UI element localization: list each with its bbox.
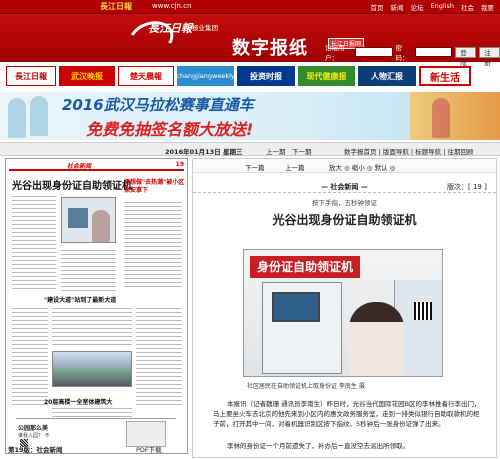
next-article-link[interactable]: 下一篇	[245, 162, 265, 172]
page-thumb-photo[interactable]	[61, 197, 116, 243]
nav-item-society[interactable]: 社会	[461, 2, 474, 12]
site-url: www.cjn.cn	[152, 2, 192, 10]
ad-subtitle: 谁我入园？ 不	[18, 433, 50, 439]
text-column	[12, 193, 56, 289]
paper-changjiang-daily[interactable]: 長江日報	[6, 66, 56, 86]
password-input[interactable]	[414, 47, 453, 57]
qr-code-icon	[414, 302, 432, 320]
text-column	[52, 405, 132, 417]
nav-item-news[interactable]: 新闻	[391, 2, 404, 12]
nav-item-forum[interactable]: 论坛	[411, 2, 424, 12]
paper-logo-row: 長江日報 武汉晚报 楚天晨報 changjiangweekly 投资时报 现代健…	[0, 66, 500, 90]
issue-date-bar: 2016年01月13日 星期三 上一期 下一期 数字报首页 | 版面导航 | 标…	[0, 142, 500, 156]
text-column	[12, 305, 48, 405]
nav-item-home[interactable]: 首页	[371, 2, 384, 12]
page-thumb-number: 19	[175, 161, 184, 168]
ad-title: 公园那么美	[18, 425, 49, 432]
text-column	[136, 305, 182, 405]
page-thumb-right-headline[interactable]: 再想做"去热潮"被小区保安拿下	[124, 179, 187, 195]
text-column	[52, 305, 132, 347]
register-button[interactable]: 注册	[479, 46, 500, 67]
banner-line-1: 2016武汉马拉松赛事直通车	[62, 96, 254, 114]
login-form: 论坛用户： 密码： 登陆 注册	[325, 42, 500, 67]
kiosk-screen	[272, 292, 320, 322]
article-title: 光谷出现身份证自助领证机	[272, 213, 417, 227]
page-thumb-mid-headline[interactable]: "建设大道"站到了最新大道	[44, 295, 116, 304]
kiosk-sign: 身份证自助领证机	[250, 256, 360, 278]
page-thumb-header: 社会新闻 19	[9, 161, 184, 171]
page-footer-label[interactable]: 第19版：社会新闻	[8, 444, 63, 454]
runner-photo-icon	[432, 98, 450, 138]
banner-line-2: 免费免抽签名额大放送!	[86, 120, 254, 139]
paper-new-life[interactable]: 新生活	[419, 66, 471, 86]
article-section-bar: — 社会新闻 — 版次：[ 19 ]	[193, 179, 496, 193]
font-size-controls[interactable]: 放大 ◎ 缩小 ◎ 默认 ◎	[329, 162, 395, 172]
article-pane: 下一篇 上一篇 放大 ◎ 缩小 ◎ 默认 ◎ — 社会新闻 — 版次：[ 19 …	[192, 158, 497, 458]
page-edition: 版次：[ 19 ]	[447, 183, 487, 191]
article-paragraph-2: 李林的身份证一个月前遗失了，补办后一直没空去派出所领取。	[227, 442, 409, 450]
issue-nav-links[interactable]: 数字报首页 | 版面导航 | 标题导航 | 往期回顾	[344, 146, 473, 156]
runner-silhouette-icon	[8, 98, 26, 138]
page-title: 数字报纸	[232, 38, 308, 59]
photo-caption: 社区居民在自助领证机上取身份证 李南生 摄	[247, 383, 365, 390]
section-name: — 社会新闻 —	[321, 183, 368, 191]
article-toolbar: 下一篇 上一篇 放大 ◎ 缩小 ◎ 默认 ◎	[193, 159, 496, 173]
page-thumb-road-photo[interactable]	[52, 351, 132, 387]
paper-chutian-morning[interactable]: 楚天晨報	[118, 66, 174, 86]
username-input[interactable]	[355, 47, 393, 57]
login-button[interactable]: 登陆	[455, 46, 477, 67]
prev-issue-link[interactable]: 上一期	[266, 146, 286, 156]
issue-date: 2016年01月13日 星期三	[165, 148, 243, 156]
kiosk-screen	[68, 208, 88, 228]
article-subtitle: 按下手指，五秒钟领证	[312, 199, 377, 207]
page-thumb-headline[interactable]: 光谷出现身份证自助领证机	[12, 177, 132, 192]
pass-label: 密码：	[395, 44, 409, 62]
article-paragraph-1: 本报讯（记者魏珊 通讯员李南生）昨日时，光谷当代国际花园B区的李林推着行李出门，…	[213, 400, 481, 428]
next-issue-link[interactable]: 下一期	[292, 146, 312, 156]
prev-article-link[interactable]: 上一篇	[285, 162, 305, 172]
article-photo[interactable]: 身份证自助领证机	[243, 249, 443, 377]
logo-group: 报业集团	[192, 24, 218, 32]
paper-modern-health[interactable]: 现代健康报	[298, 66, 355, 86]
top-nav: 首页 新闻 论坛 English 社会 我要	[371, 2, 494, 12]
paper-people-report[interactable]: 人物汇报	[358, 66, 416, 86]
person-figure	[349, 302, 404, 376]
paper-changjiang-weekly[interactable]: changjiangweekly	[176, 66, 235, 86]
paper-wuhan-evening[interactable]: 武汉晚报	[59, 66, 115, 86]
top-bar: 長江日報 www.cjn.cn 首页 新闻 论坛 English 社会 我要	[0, 0, 500, 14]
pdf-download-link[interactable]: PDF下载	[136, 444, 162, 454]
page-thumb-section: 社会新闻	[67, 163, 92, 170]
nav-item-english[interactable]: English	[431, 2, 454, 12]
runner-silhouette-icon	[30, 96, 48, 136]
text-column	[61, 247, 116, 291]
nav-item-mine[interactable]: 我要	[481, 2, 494, 12]
page-thumbnail[interactable]: 社会新闻 19 光谷出现身份证自助领证机 再想做"去热潮"被小区保安拿下 "建设…	[5, 158, 188, 454]
paper-investment-times[interactable]: 投资时报	[237, 66, 295, 86]
brand-mini[interactable]: 長江日報	[100, 1, 132, 12]
logo-text[interactable]: 長江日報	[148, 20, 192, 36]
marathon-banner[interactable]: 2016武汉马拉松赛事直通车 免费免抽签名额大放送!	[0, 92, 500, 140]
person-figure	[92, 210, 110, 242]
user-label: 论坛用户：	[325, 44, 345, 62]
banner-accent	[410, 92, 500, 140]
text-column	[124, 199, 182, 289]
